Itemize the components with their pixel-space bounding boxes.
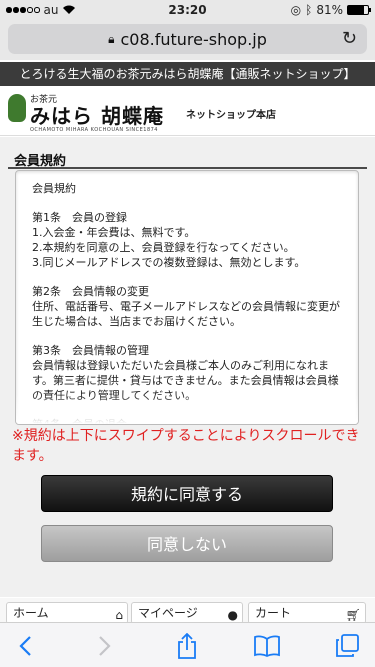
agree-button[interactable]: 規約に同意する [41,475,333,512]
back-icon [19,635,31,656]
browser-toolbar [0,622,375,667]
nav-home-label: ホーム [13,606,49,620]
nav-mypage-label: マイページ [138,606,198,620]
share-icon [178,632,196,659]
terms-scroll-box[interactable]: 会員規約 第1条 会員の登録 1.入会金・年会費は、無料です。 2.本規約を同意… [15,170,359,425]
nav-cart[interactable]: カート 🛒︎ [248,602,366,624]
bookmarks-icon [254,635,280,657]
address-bar[interactable]: 🔒︎ c08.future-shop.jp ↻ [8,24,367,54]
title-divider [8,167,367,169]
logo-emblem-icon [8,94,26,122]
nav-home[interactable]: ホーム ⌂ [6,602,128,624]
tabs-icon [336,633,359,657]
tabs-button[interactable] [322,623,372,667]
forward-button[interactable] [80,623,130,667]
share-button[interactable] [162,623,212,667]
logo-text: みはら 胡蝶庵 [30,104,164,128]
site-logo-row[interactable]: お茶元 みはら 胡蝶庵 OCHAMOTO MIHARA KOCHOUAN SIN… [0,86,375,136]
battery-icon [347,5,371,15]
scroll-note: ※規約は上下にスワイプすることによりスクロールできます。 [12,428,360,464]
site-logo[interactable]: お茶元 みはら 胡蝶庵 OCHAMOTO MIHARA KOCHOUAN SIN… [30,92,164,133]
site-banner[interactable]: とろける生大福のお茶元みはら胡蝶庵【通販ネットショップ】 [0,62,375,86]
terms-article-2: 第2条 会員情報の変更 住所、電話番号、電子メールアドレスなどの会員情報に変更が… [32,285,340,328]
terms-heading: 会員規約 [32,182,76,195]
logo-store-label: ネットショップ本店 [186,110,276,121]
battery-fill [348,6,365,14]
lock-icon: 🔒︎ [108,31,115,46]
nav-cart-label: カート [255,606,292,620]
site-footer-nav: ホーム ⌂ マイページ ● カート 🛒︎ [0,598,375,624]
terms-article-1: 第1条 会員の登録 1.入会金・年会費は、無料です。 2.本規約を同意の上、会員… [32,211,306,269]
forward-icon [99,635,111,656]
reload-icon[interactable]: ↻ [342,28,357,49]
back-button[interactable] [0,623,50,667]
status-bar: au 23:20 ◎ ᛒ 81% [0,0,375,20]
disagree-button[interactable]: 同意しない [41,525,333,562]
battery-percent: 81% [316,3,343,17]
logo-subtext: OCHAMOTO MIHARA KOCHOUAN SINCE1874 [30,127,158,133]
browser-address-area: 🔒︎ c08.future-shop.jp ↻ [0,20,375,60]
bluetooth-icon: ᛒ [305,3,313,17]
rotation-lock-icon: ◎ [290,3,302,17]
nav-mypage[interactable]: マイページ ● [131,602,243,624]
status-right: ◎ ᛒ 81% [290,3,371,17]
terms-fade [16,394,358,424]
bookmarks-button[interactable] [242,623,292,667]
url-text: c08.future-shop.jp [120,29,267,49]
